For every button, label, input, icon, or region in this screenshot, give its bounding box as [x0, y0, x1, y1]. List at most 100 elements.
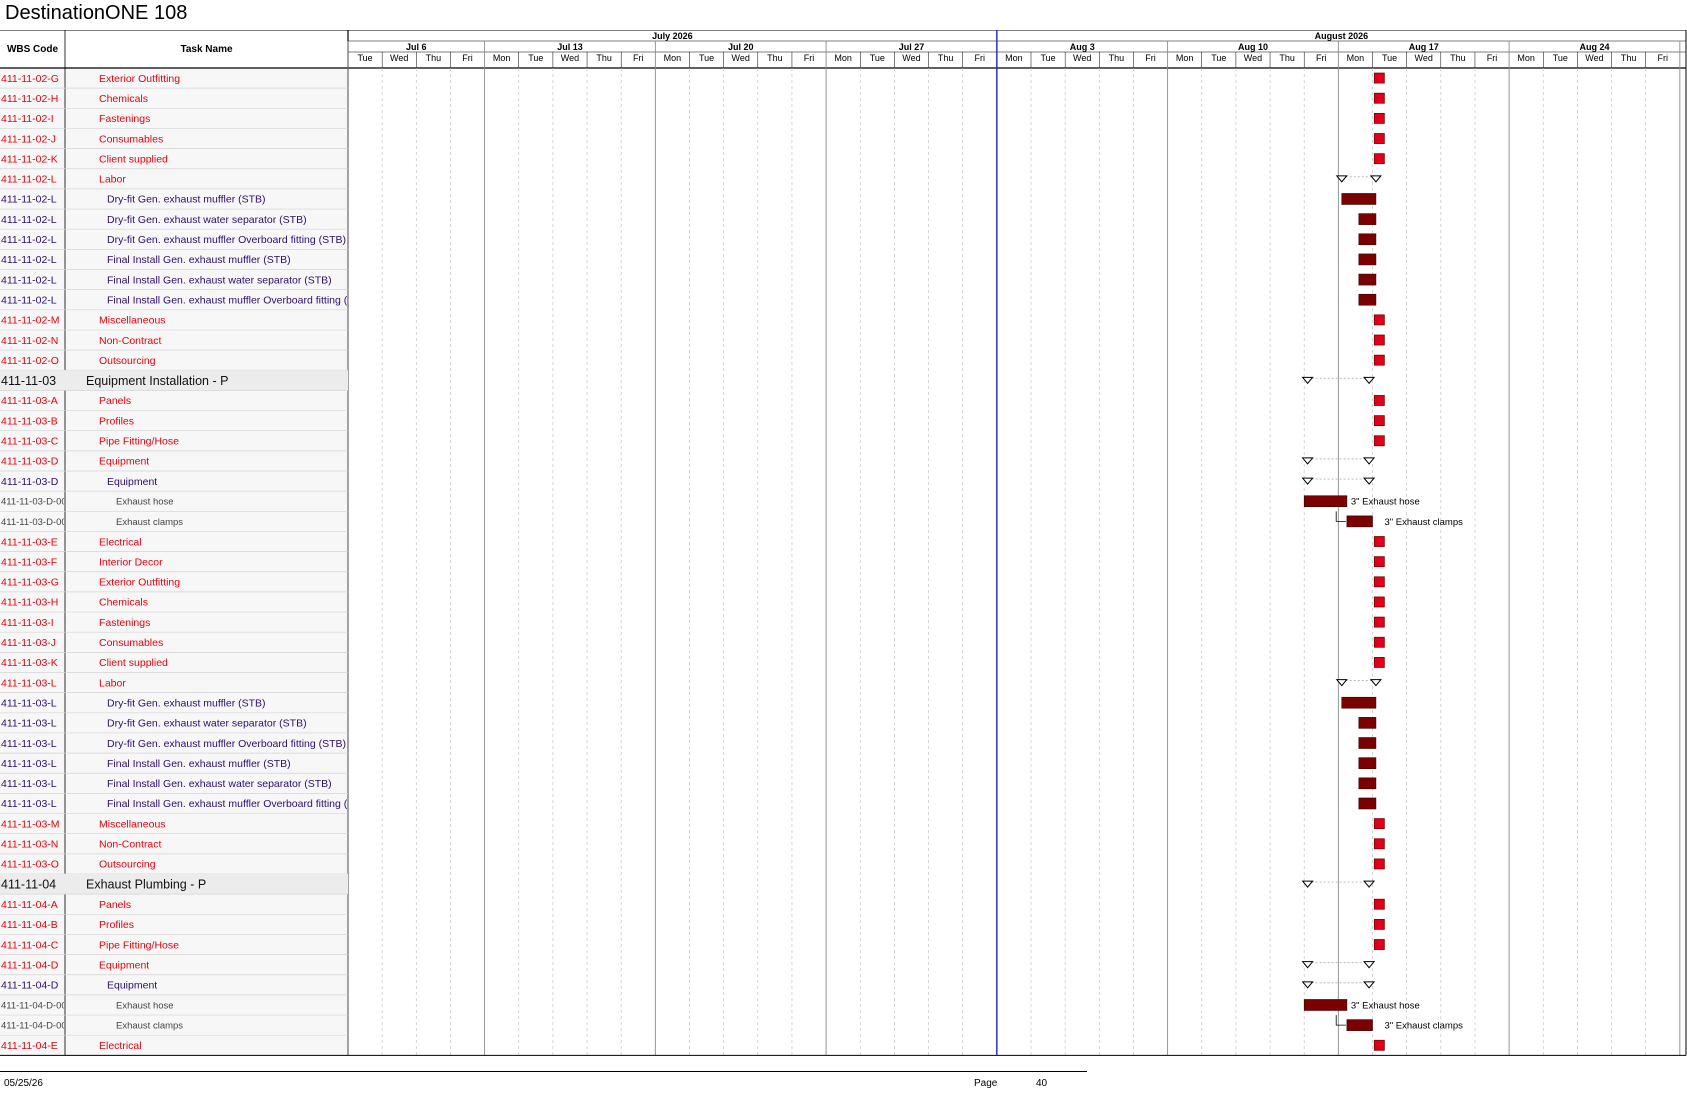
wbs-code: 411-11-04-B — [1, 919, 58, 931]
task-cell: Outsourcing — [99, 859, 156, 871]
task-name[interactable]: Miscellaneous — [99, 315, 166, 327]
wbs-cell: 411-11-03-C — [1, 436, 59, 448]
task-name[interactable]: Equipment — [107, 980, 157, 992]
wbs-cell: 411-11-03-G — [1, 577, 59, 589]
task-name[interactable]: Exhaust clamps — [116, 517, 183, 528]
task-name[interactable]: Final Install Gen. exhaust water separat… — [107, 778, 332, 790]
task-name[interactable]: Consumables — [99, 637, 163, 649]
wbs-code: 411-11-04-E — [1, 1040, 58, 1052]
task-name[interactable]: Non-Contract — [99, 839, 162, 851]
task-name[interactable]: Final Install Gen. exhaust muffler Overb… — [107, 798, 371, 810]
task-name[interactable]: Dry-fit Gen. exhaust water separator (ST… — [107, 718, 307, 730]
wbs-cell: 411-11-02-N — [1, 335, 58, 347]
task-name[interactable]: Profiles — [99, 415, 134, 427]
wbs-code: 411-11-02-L — [1, 214, 57, 226]
milestone-marker — [1373, 334, 1385, 346]
task-cell: Fastenings — [99, 113, 150, 125]
milestone-marker — [1373, 636, 1385, 648]
day-label: Wed — [1244, 53, 1262, 63]
task-name[interactable]: Pipe Fitting/Hose — [99, 436, 179, 448]
task-name[interactable]: Electrical — [99, 536, 142, 548]
wbs-cell: 411-11-03-K — [1, 657, 58, 669]
task-name[interactable]: Exhaust hose — [116, 1000, 174, 1011]
task-name[interactable]: Equipment Installation - P — [86, 374, 228, 388]
task-name[interactable]: Chemicals — [99, 93, 148, 105]
task-cell: Non-Contract — [99, 839, 162, 851]
task-name[interactable]: Final Install Gen. exhaust muffler Overb… — [107, 295, 371, 307]
task-name[interactable]: Exhaust clamps — [116, 1021, 183, 1032]
task-name[interactable]: Chemicals — [99, 597, 148, 609]
task-name[interactable]: Fastenings — [99, 617, 150, 629]
wbs-code: 411-11-02-G — [1, 73, 59, 85]
task-name[interactable]: Dry-fit Gen. exhaust water separator (ST… — [107, 214, 307, 226]
day-label: Fri — [1658, 53, 1669, 63]
task-name[interactable]: Consumables — [99, 133, 163, 145]
milestone-marker — [1373, 818, 1385, 830]
bar-label: 3" Exhaust hose — [1351, 1000, 1420, 1011]
task-name[interactable]: Profiles — [99, 919, 134, 931]
task-name[interactable]: Pipe Fitting/Hose — [99, 939, 179, 951]
footer-divider — [0, 1071, 1087, 1072]
wbs-cell: 411-11-02-M — [1, 315, 60, 327]
wbs-cell: 411-11-02-H — [1, 93, 58, 105]
task-name[interactable]: Labor — [99, 677, 126, 689]
task-name[interactable]: Exhaust hose — [116, 497, 174, 508]
task-name[interactable]: Dry-fit Gen. exhaust muffler (STB) — [107, 698, 266, 710]
task-name[interactable]: Final Install Gen. exhaust muffler (STB) — [107, 254, 291, 266]
wbs-code: 411-11-03-L — [1, 718, 57, 730]
task-name[interactable]: Non-Contract — [99, 335, 162, 347]
task-cell: Exhaust clamps — [116, 517, 183, 528]
wbs-code: 411-11-02-K — [1, 153, 58, 165]
task-name[interactable]: Equipment — [99, 456, 149, 468]
wbs-cell: 411-11-03-I — [1, 617, 54, 629]
task-name[interactable]: Interior Decor — [99, 556, 163, 568]
task-cell: Dry-fit Gen. exhaust water separator (ST… — [107, 718, 307, 730]
task-name[interactable]: Exterior Outfitting — [99, 73, 180, 85]
task-name[interactable]: Final Install Gen. exhaust muffler (STB) — [107, 758, 291, 770]
task-cell: Chemicals — [99, 93, 148, 105]
task-name[interactable]: Client supplied — [99, 657, 168, 669]
task-name[interactable]: Outsourcing — [99, 355, 156, 367]
task-cell: Exterior Outfitting — [99, 73, 180, 85]
wbs-code: 411-11-04-D — [1, 980, 59, 992]
wbs-cell: 411-11-03-D — [1, 456, 59, 468]
task-name[interactable]: Dry-fit Gen. exhaust muffler Overboard f… — [107, 234, 346, 246]
wbs-cell: 411-11-03-L — [1, 778, 57, 790]
task-name[interactable]: Dry-fit Gen. exhaust muffler (STB) — [107, 194, 266, 206]
task-cell: Client supplied — [99, 153, 168, 165]
task-name[interactable]: Panels — [99, 899, 131, 911]
task-cell: Equipment — [99, 456, 149, 468]
wbs-cell: 411-11-04-D-001 — [1, 1000, 64, 1011]
day-label: Tue — [870, 53, 885, 63]
task-name[interactable]: Miscellaneous — [99, 818, 166, 830]
task-name[interactable]: Fastenings — [99, 113, 150, 125]
task-bar — [1358, 717, 1377, 729]
task-name[interactable]: Equipment — [99, 959, 149, 971]
task-name[interactable]: Outsourcing — [99, 859, 156, 871]
wbs-cell: 411-11-04-C — [1, 939, 59, 951]
wbs-cell: 411-11-04 — [1, 878, 56, 892]
footer-page-label: Page — [974, 1078, 998, 1089]
task-name[interactable]: Final Install Gen. exhaust water separat… — [107, 274, 332, 286]
task-name[interactable]: Exterior Outfitting — [99, 577, 180, 589]
wbs-cell: 411-11-03-D-002 — [1, 517, 64, 528]
task-name[interactable]: Exhaust Plumbing - P — [86, 878, 206, 892]
task-name[interactable]: Panels — [99, 395, 131, 407]
task-cell: Equipment Installation - P — [86, 374, 228, 388]
wbs-code: 411-11-03-O — [1, 859, 59, 871]
task-name[interactable]: Client supplied — [99, 153, 168, 165]
wbs-code: 411-11-04-C — [1, 939, 59, 951]
task-bar — [1358, 273, 1377, 286]
task-name[interactable]: Electrical — [99, 1040, 142, 1052]
milestone-marker — [1373, 657, 1385, 668]
wbs-cell: 411-11-02-L — [1, 174, 57, 186]
day-label: Fri — [1145, 53, 1156, 63]
task-name[interactable]: Dry-fit Gen. exhaust muffler Overboard f… — [107, 738, 346, 750]
day-label: Tue — [1382, 53, 1397, 63]
milestone-marker — [1373, 939, 1385, 950]
task-name[interactable]: Equipment — [107, 476, 157, 488]
task-name[interactable]: Labor — [99, 174, 126, 186]
task-cell: Equipment — [107, 476, 157, 488]
task-bar — [1358, 293, 1377, 306]
wbs-cell: 411-11-02-L — [1, 254, 57, 266]
